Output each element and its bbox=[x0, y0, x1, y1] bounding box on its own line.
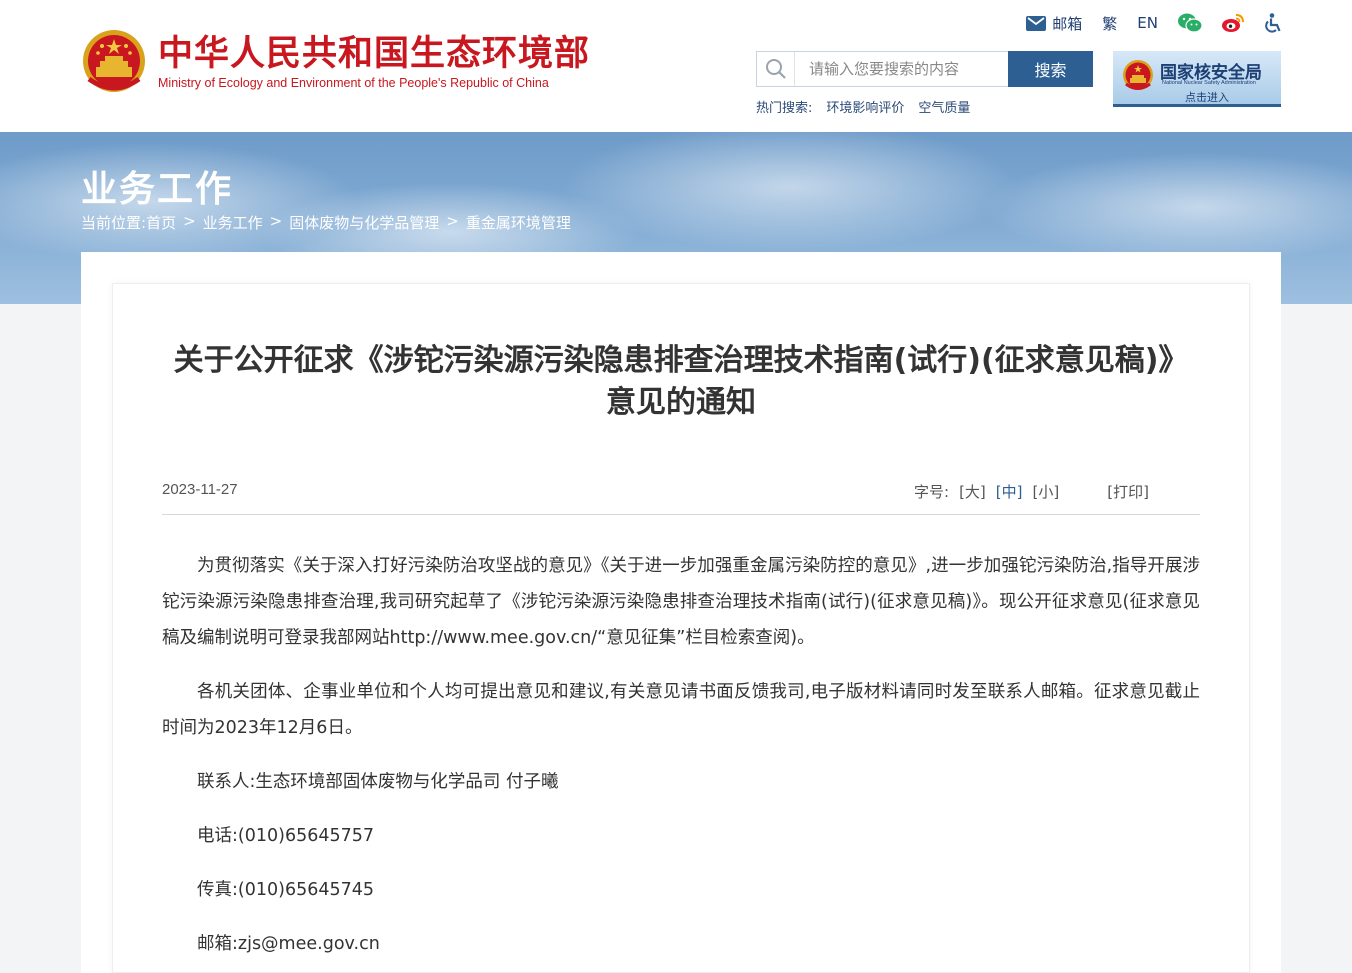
banner-cloud bbox=[980, 152, 1352, 262]
wechat-link[interactable] bbox=[1178, 13, 1202, 33]
search-icon bbox=[765, 59, 786, 79]
accessibility-icon bbox=[1265, 13, 1281, 33]
article-title: 关于公开征求《涉铊污染源污染隐患排查治理技术指南(试行)(征求意见稿)》意见的通… bbox=[173, 343, 1189, 420]
nnsa-enter-label: 点击进入 bbox=[1185, 91, 1229, 104]
english-label: EN bbox=[1137, 14, 1158, 32]
mailbox-label: 邮箱 bbox=[1052, 14, 1083, 33]
site-header: 中华人民共和国生态环境部 Ministry of Ecology and Env… bbox=[0, 0, 1352, 132]
traditional-label: 繁 bbox=[1102, 14, 1118, 33]
utility-bar: 邮箱 繁 EN bbox=[1026, 12, 1282, 34]
site-title[interactable]: 中华人民共和国生态环境部 bbox=[158, 34, 590, 74]
search-button[interactable]: 搜索 bbox=[1008, 51, 1093, 87]
article-body: 为贯彻落实《关于深入打好污染防治攻坚战的意见》《关于进一步加强重金属污染防控的意… bbox=[162, 548, 1200, 973]
breadcrumb-prefix: 当前位置: bbox=[81, 214, 147, 232]
contact-fax: 传真:(010)65645745 bbox=[197, 880, 375, 900]
weibo-link[interactable] bbox=[1222, 13, 1244, 33]
weibo-icon bbox=[1222, 14, 1244, 32]
nnsa-emblem-icon bbox=[1123, 60, 1153, 90]
breadcrumb-separator: > bbox=[446, 212, 459, 230]
breadcrumb-separator: > bbox=[269, 212, 283, 230]
mail-icon bbox=[1026, 15, 1047, 31]
nnsa-banner-link[interactable]: 国家核安全局 National Nuclear Safety Administr… bbox=[1113, 51, 1281, 107]
meta-divider bbox=[162, 514, 1200, 515]
search-box: 搜索 bbox=[756, 51, 1093, 87]
hot-search-item-eia[interactable]: 环境影响评价 bbox=[826, 97, 904, 116]
article-date: 2023-11-27 bbox=[162, 481, 238, 498]
article-paragraph: 各机关团体、企事业单位和个人均可提出意见和建议,有关意见请书面反馈我司,电子版材… bbox=[162, 682, 1200, 738]
search-icon-wrap bbox=[757, 52, 795, 86]
print-button[interactable]: [打印] bbox=[1107, 481, 1149, 502]
article-paragraph: 为贯彻落实《关于深入打好污染防治攻坚战的意见》《关于进一步加强重金属污染防控的意… bbox=[162, 556, 1200, 648]
contact-email: 邮箱:zjs@mee.gov.cn bbox=[197, 934, 380, 954]
article-tools: 字号: [大] [中] [小] [打印] bbox=[914, 481, 1149, 502]
hot-search: 热门搜索: 环境影响评价 空气质量 bbox=[756, 97, 970, 116]
font-size-medium-button[interactable]: [中] bbox=[996, 481, 1023, 502]
accessibility-link[interactable] bbox=[1264, 13, 1282, 33]
site-title-english: Ministry of Ecology and Environment of t… bbox=[158, 76, 549, 90]
contact-phone: 电话:(010)65645757 bbox=[197, 826, 375, 846]
breadcrumb: 当前位置: 首页 > 业务工作 > 固体废物与化学品管理 > 重金属环境管理 bbox=[81, 212, 571, 233]
hot-search-label: 热门搜索: bbox=[756, 101, 813, 116]
breadcrumb-item-solid-waste[interactable]: 固体废物与化学品管理 bbox=[289, 212, 439, 233]
mailbox-link[interactable]: 邮箱 bbox=[1026, 13, 1082, 34]
breadcrumb-item-heavy-metal[interactable]: 重金属环境管理 bbox=[466, 212, 571, 233]
breadcrumb-item-business[interactable]: 业务工作 bbox=[203, 212, 263, 233]
traditional-chinese-link[interactable]: 繁 bbox=[1102, 13, 1117, 34]
font-size-label: 字号: bbox=[914, 483, 950, 501]
font-size-small-button[interactable]: [小] bbox=[1033, 481, 1060, 502]
breadcrumb-item-home[interactable]: 首页 bbox=[146, 212, 176, 233]
wechat-icon bbox=[1178, 13, 1202, 33]
breadcrumb-separator: > bbox=[183, 212, 196, 230]
nnsa-english-title: National Nuclear Safety Administration bbox=[1162, 80, 1256, 86]
english-link[interactable]: EN bbox=[1137, 14, 1158, 32]
hot-search-item-air-quality[interactable]: 空气质量 bbox=[918, 97, 970, 116]
font-size-large-button[interactable]: [大] bbox=[959, 481, 986, 502]
section-title: 业务工作 bbox=[81, 169, 234, 210]
national-emblem-icon[interactable] bbox=[81, 27, 147, 97]
search-input[interactable] bbox=[795, 52, 1008, 86]
contact-person: 联系人:生态环境部固体废物与化学品司 付子曦 bbox=[197, 772, 559, 792]
